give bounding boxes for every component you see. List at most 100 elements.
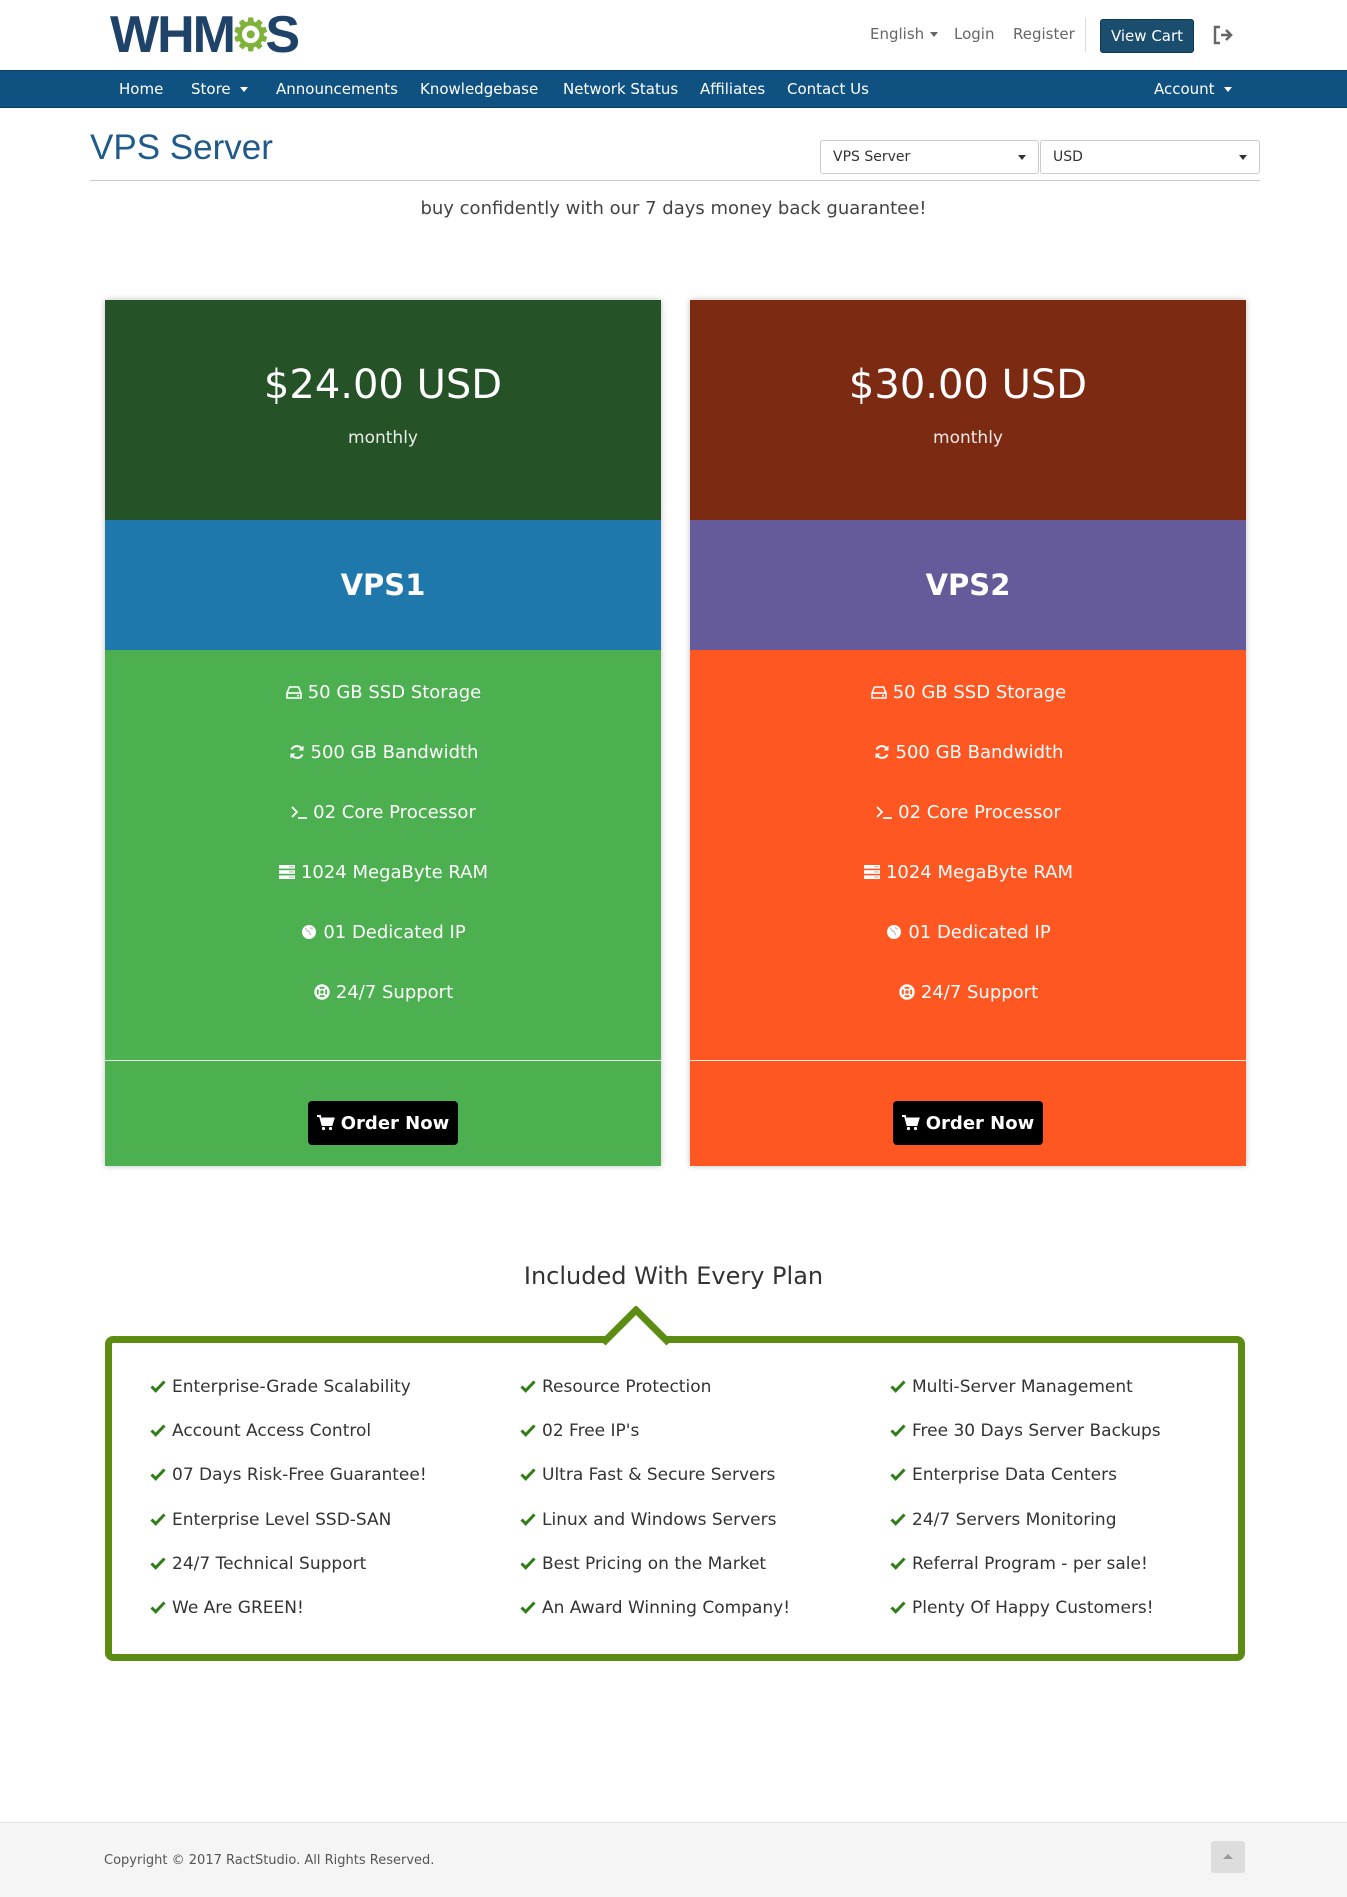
included-feature-item: Referral Program - per sale!	[890, 1552, 1148, 1576]
main-navbar: Home Store Announcements Knowledgebase N…	[0, 70, 1347, 108]
feature-item: 01 Dedicated IP	[105, 920, 661, 946]
login-link[interactable]: Login	[954, 22, 994, 46]
feature-list: 50 GB SSD Storage 500 GB Bandwidth 02 Core…	[105, 650, 661, 1060]
register-link[interactable]: Register	[1013, 22, 1075, 46]
support-icon	[899, 984, 915, 1000]
language-label: English	[870, 25, 925, 43]
included-feature-label: Free 30 Days Server Backups	[912, 1421, 1161, 1442]
feature-item: 50 GB SSD Storage	[105, 680, 661, 706]
copyright-text: Copyright © 2017 RactStudio. All Rights …	[104, 1853, 435, 1868]
included-feature-item: Resource Protection	[520, 1375, 711, 1399]
feature-label: 01 Dedicated IP	[908, 922, 1051, 943]
included-feature-label: Resource Protection	[542, 1377, 712, 1397]
nav-home[interactable]: Home	[119, 71, 163, 107]
billing-cycle: monthly	[348, 428, 418, 448]
plan-name: VPS1	[105, 520, 661, 650]
feature-label: 500 GB Bandwidth	[310, 742, 479, 763]
feature-label: 24/7 Support	[920, 982, 1039, 1003]
included-feature-label: Enterprise Data Centers	[912, 1465, 1117, 1486]
terminal-icon	[291, 806, 308, 819]
included-feature-label: Enterprise-Grade Scalability	[172, 1377, 411, 1397]
server-icon	[278, 865, 295, 879]
page-footer: Copyright © 2017 RactStudio. All Rights …	[0, 1822, 1347, 1897]
feature-label: 02 Core Processor	[313, 802, 476, 823]
included-feature-item: An Award Winning Company!	[520, 1596, 790, 1620]
whmcs-logo[interactable]: WHM ⚙ S	[110, 6, 300, 64]
order-now-button[interactable]: Order Now	[893, 1101, 1043, 1145]
nav-knowledgebase[interactable]: Knowledgebase	[420, 71, 538, 107]
product-group-select[interactable]: VPS Server	[820, 140, 1039, 174]
nav-affiliates[interactable]: Affiliates	[700, 71, 765, 107]
feature-label: 1024 MegaByte RAM	[885, 862, 1074, 883]
included-feature-item: 02 Free IP's	[520, 1419, 639, 1443]
feature-item: 1024 MegaByte RAM	[690, 860, 1246, 886]
card-footer: Order Now	[105, 1060, 661, 1166]
language-dropdown[interactable]: English	[870, 22, 939, 46]
feature-item: 500 GB Bandwidth	[105, 740, 661, 766]
chevron-down-icon	[239, 87, 248, 92]
feature-list: 50 GB SSD Storage 500 GB Bandwidth 02 Core…	[690, 650, 1246, 1060]
support-icon	[314, 984, 330, 1000]
checkmark-icon	[150, 1424, 166, 1438]
included-feature-label: Referral Program - per sale!	[912, 1553, 1148, 1574]
order-now-label: Order Now	[925, 1112, 1035, 1134]
chevron-down-icon	[1018, 155, 1026, 160]
chevron-down-icon	[1239, 155, 1247, 160]
checkmark-icon	[150, 1557, 166, 1570]
included-feature-label: 02 Free IP's	[542, 1421, 640, 1442]
included-feature-label: Linux and Windows Servers	[542, 1509, 777, 1530]
price-header: $24.00 USD monthly	[105, 300, 661, 520]
logo-text: WHM	[110, 6, 236, 64]
checkmark-icon	[150, 1513, 166, 1526]
order-now-button[interactable]: Order Now	[308, 1101, 458, 1145]
gear-icon: ⚙	[230, 10, 270, 60]
checkmark-icon	[890, 1424, 906, 1438]
feature-label: 50 GB SSD Storage	[892, 682, 1067, 703]
hdd-icon	[285, 686, 302, 699]
plan-name: VPS2	[690, 520, 1246, 650]
checkmark-icon	[890, 1513, 906, 1526]
card-footer: Order Now	[690, 1060, 1246, 1166]
box-notch	[603, 1306, 669, 1346]
included-feature-label: Account Access Control	[172, 1421, 372, 1442]
feature-item: 01 Dedicated IP	[690, 920, 1246, 946]
included-feature-item: Account Access Control	[150, 1419, 371, 1443]
checkmark-icon	[890, 1468, 906, 1482]
globe-icon	[887, 925, 902, 939]
included-feature-label: 07 Days Risk-Free Guarantee!	[172, 1465, 427, 1486]
currency-select[interactable]: USD	[1040, 140, 1260, 174]
included-feature-item: Best Pricing on the Market	[520, 1552, 766, 1576]
back-to-top-button[interactable]	[1211, 1841, 1245, 1873]
order-now-label: Order Now	[340, 1112, 450, 1134]
nav-announcements[interactable]: Announcements	[276, 71, 398, 107]
nav-store[interactable]: Store	[191, 71, 248, 107]
nav-contact-us[interactable]: Contact Us	[787, 71, 869, 107]
included-features-box: Enterprise-Grade Scalability Account Acce…	[105, 1336, 1245, 1661]
logo-text-end: S	[265, 6, 300, 64]
cart-icon	[316, 1115, 335, 1131]
feature-label: 50 GB SSD Storage	[307, 682, 482, 703]
title-divider	[90, 180, 1260, 181]
feature-item: 02 Core Processor	[105, 800, 661, 826]
price-header: $30.00 USD monthly	[690, 300, 1246, 520]
included-feature-label: Plenty Of Happy Customers!	[912, 1598, 1154, 1618]
included-feature-item: 07 Days Risk-Free Guarantee!	[150, 1463, 427, 1487]
feature-item: 500 GB Bandwidth	[690, 740, 1246, 766]
included-feature-label: We Are GREEN!	[172, 1598, 304, 1618]
view-cart-button[interactable]: View Cart	[1100, 19, 1194, 53]
included-feature-item: Ultra Fast & Secure Servers	[520, 1463, 775, 1487]
checkmark-icon	[520, 1601, 536, 1614]
checkmark-icon	[520, 1468, 536, 1482]
feature-label: 02 Core Processor	[898, 802, 1061, 823]
feature-item: 50 GB SSD Storage	[690, 680, 1246, 706]
feature-item: 24/7 Support	[105, 980, 661, 1006]
feature-label: 01 Dedicated IP	[323, 922, 466, 943]
feature-label: 500 GB Bandwidth	[895, 742, 1064, 763]
included-feature-item: Enterprise Data Centers	[890, 1463, 1117, 1487]
nav-network-status[interactable]: Network Status	[563, 71, 678, 107]
chevron-up-icon	[1223, 1854, 1233, 1859]
logout-icon[interactable]	[1212, 25, 1234, 45]
included-feature-label: Multi-Server Management	[912, 1377, 1133, 1397]
nav-account[interactable]: Account	[1154, 71, 1232, 107]
refresh-icon	[875, 745, 889, 759]
